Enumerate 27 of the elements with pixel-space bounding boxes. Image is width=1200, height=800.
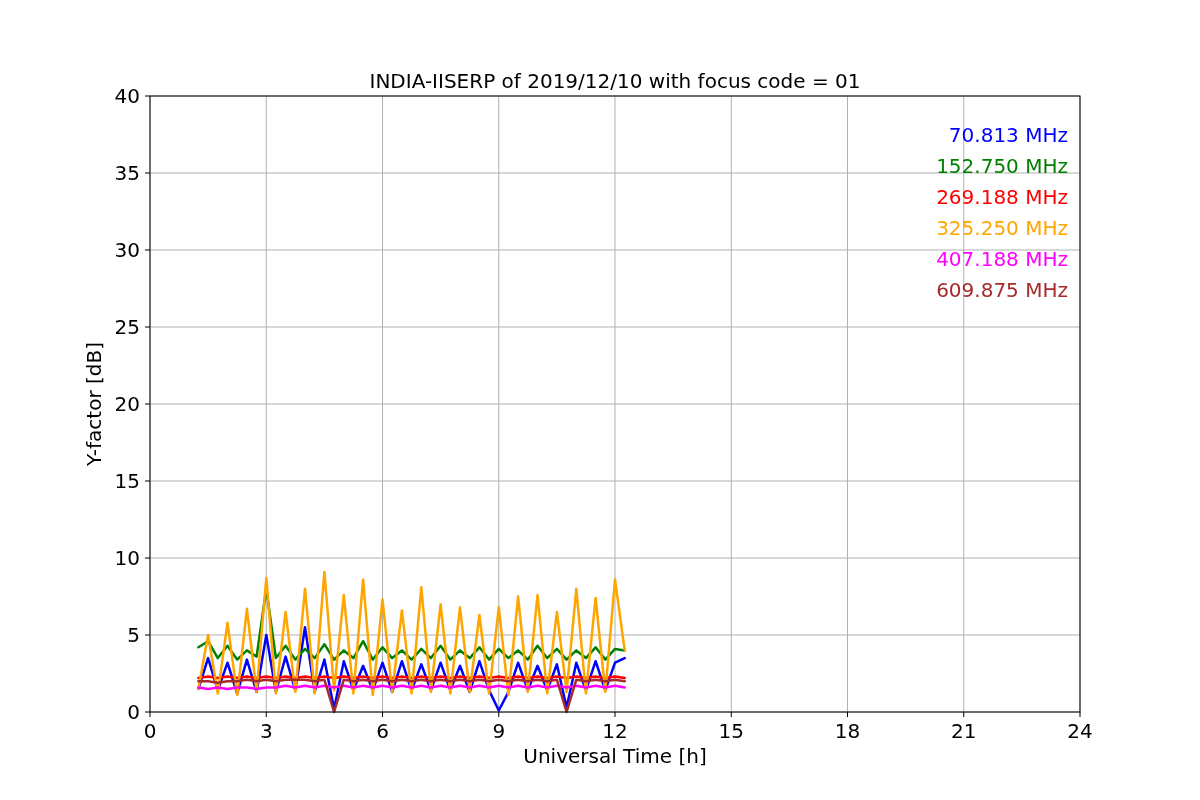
y-tick-label: 35 [114,161,140,185]
x-tick-label: 15 [718,719,744,743]
y-tick-label: 20 [114,392,140,416]
legend-label: 609.875 MHz [936,278,1068,302]
legend-label: 407.188 MHz [936,247,1068,271]
y-tick-label: 0 [127,700,140,724]
chart-title: INDIA-IISERP of 2019/12/10 with focus code = 01 [369,69,861,93]
x-tick-label: 12 [602,719,628,743]
y-tick-label: 10 [114,546,140,570]
y-tick-label: 25 [114,315,140,339]
y-tick-label: 5 [127,623,140,647]
x-tick-label: 24 [1067,719,1093,743]
y-tick-label: 15 [114,469,140,493]
x-tick-label: 6 [376,719,389,743]
x-tick-label: 0 [143,719,157,743]
legend-label: 269.188 MHz [936,185,1068,209]
legend-label: 152.750 MHz [936,154,1068,178]
x-axis-label: Universal Time [h] [523,744,707,768]
x-tick-label: 9 [492,719,506,743]
x-tick-label: 18 [834,719,861,743]
y-tick-label: 30 [114,238,140,262]
y-tick-label: 40 [114,84,140,108]
x-tick-label: 3 [259,719,273,743]
y-axis-label: Y-factor [dB] [82,342,106,466]
x-tick-label: 21 [951,719,977,743]
legend-label: 70.813 MHz [948,123,1068,147]
legend-label: 325.250 MHz [936,216,1068,240]
